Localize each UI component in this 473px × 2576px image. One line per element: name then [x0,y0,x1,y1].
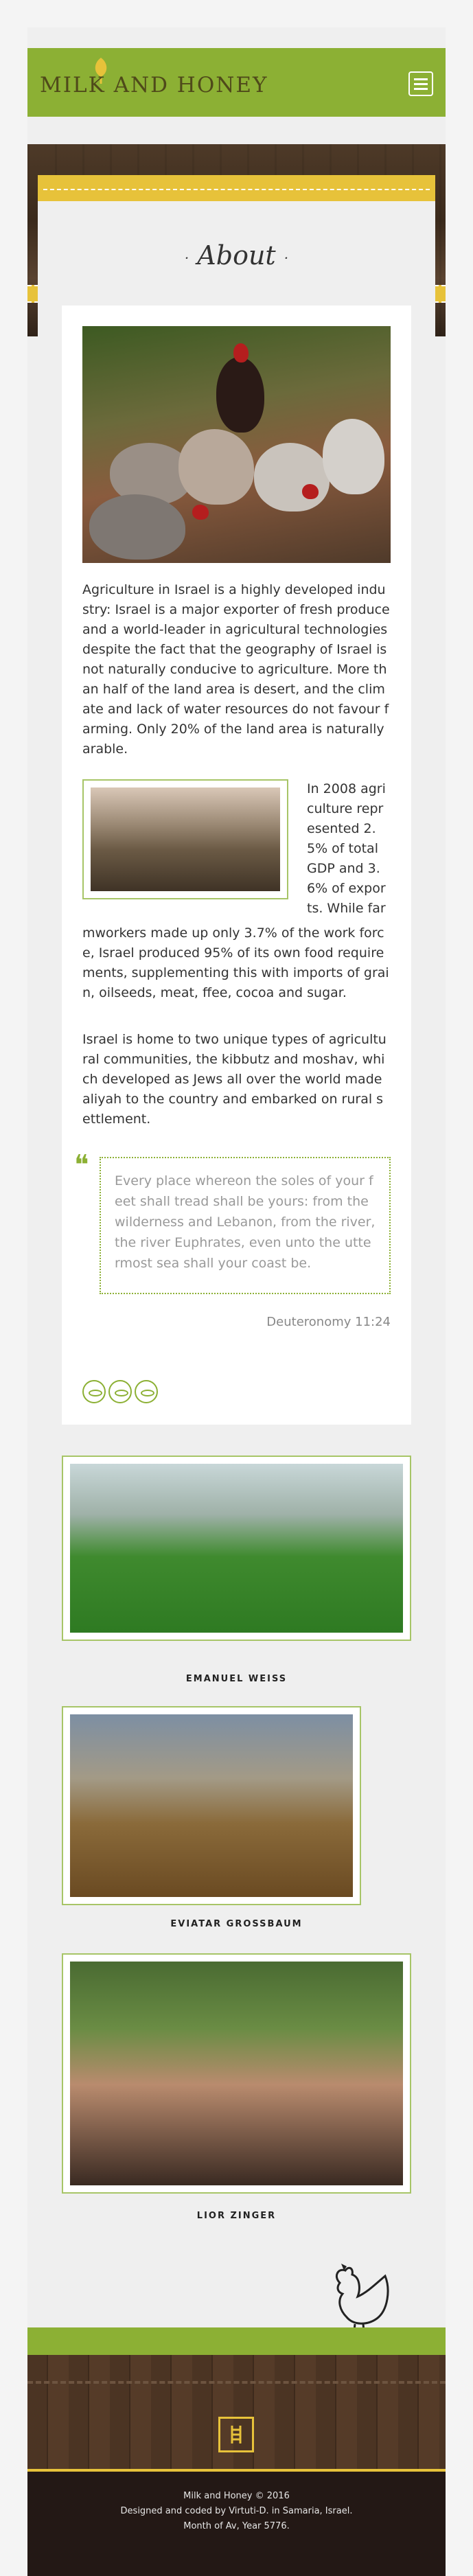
footer-wood [27,2355,446,2472]
about-paragraph-2-continued: mworkers made up only 3.7% of the work f… [82,925,389,1000]
goats-photo [91,787,280,891]
site-footer: Milk and Honey © 2016 Designed and coded… [27,2472,446,2576]
site-header: MILK AND HONEY [27,48,446,117]
quote-icon: ❝ [74,1149,89,1181]
quote-citation: Deuteronomy 11:24 [266,1315,391,1329]
gallery-caption: EMANUEL WEISS [185,1674,288,1684]
gallery-item[interactable] [62,1456,411,1641]
greenhouse-photo [70,1464,403,1633]
section-title: · About · [184,240,289,271]
blockquote: Every place whereon the soles of your fe… [100,1157,391,1294]
about-paragraph-3: Israel is home to two unique types of ag… [82,1032,387,1127]
gallery-item[interactable] [62,1706,361,1905]
date-text: Month of Av, Year 5776. [183,2521,290,2531]
footer-green-band [27,2327,446,2355]
eye-badge-icon[interactable] [108,1380,132,1403]
about-paragraph-1: Agriculture in Israel is a highly develo… [82,582,390,757]
page-frame: MILK AND HONEY · About · Agriculture in … [27,27,446,2576]
farmer-portrait-photo [70,1962,403,2185]
panel-stripe [38,175,435,201]
copyright-text: Milk and Honey © 2016 [183,2491,290,2501]
about-paragraph-2: In 2008 agriculture represented 2.5% of … [307,781,386,916]
credits-text: Designed and coded by Virtuti-D. in Sama… [120,2506,353,2516]
eye-badge-icon[interactable] [135,1380,158,1403]
chickens-photo [82,326,391,563]
site-logo[interactable]: MILK AND HONEY [40,73,268,97]
gallery-caption: EVIATAR GROSSBAUM [170,1919,303,1929]
horse-rider-photo [70,1714,353,1897]
gallery-caption: LIOR ZINGER [196,2211,277,2221]
ladder-glyph-icon [231,2426,242,2443]
about-section: · About · Agriculture in Israel is a hig… [38,175,435,1431]
ladder-icon[interactable] [218,2417,254,2452]
hamburger-icon[interactable] [408,71,433,96]
about-content: Agriculture in Israel is a highly develo… [62,306,411,1425]
goats-photo-frame [82,779,288,899]
gallery-item[interactable] [62,1953,411,2194]
eye-badge-icon[interactable] [82,1380,106,1403]
